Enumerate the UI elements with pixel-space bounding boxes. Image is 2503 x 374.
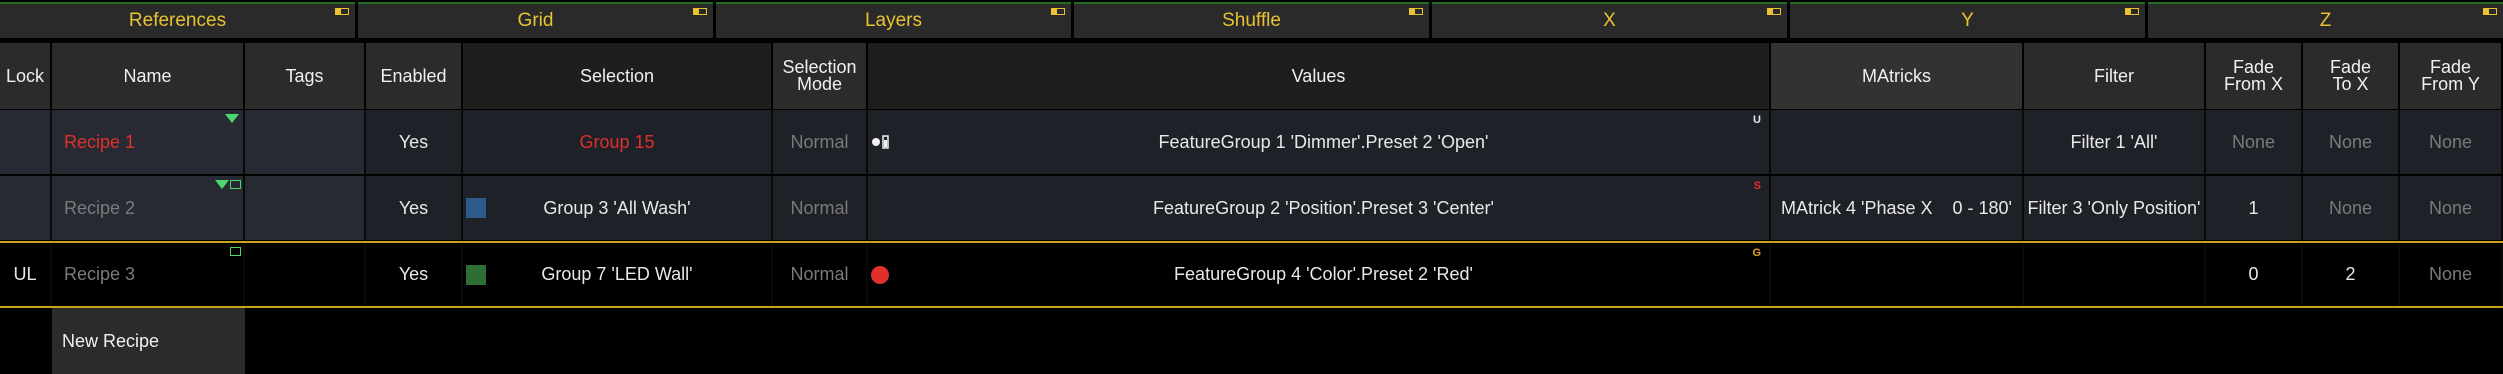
header-selection[interactable]: Selection <box>463 43 773 109</box>
fade-from-y-cell[interactable]: None <box>2400 110 2503 174</box>
fade-from-y-cell[interactable]: None <box>2400 243 2503 306</box>
values-cell[interactable]: FeatureGroup 4 'Color'.Preset 2 'Red' G <box>868 243 1771 306</box>
tab-indicator-icon <box>1409 8 1423 15</box>
enabled-cell[interactable]: Yes <box>366 243 463 306</box>
tags-cell[interactable] <box>245 110 366 174</box>
lock-cell[interactable] <box>0 176 52 240</box>
selected-marker-icon <box>225 114 239 123</box>
group-color-swatch <box>466 264 486 285</box>
enabled-cell[interactable]: Yes <box>366 110 463 174</box>
tab-indicator-icon <box>693 8 707 15</box>
tags-cell[interactable] <box>245 176 366 240</box>
header-matricks[interactable]: MAtricks <box>1771 43 2024 109</box>
selection-cell[interactable]: Group 7 'LED Wall' <box>463 243 773 306</box>
fade-from-y-cell[interactable]: None <box>2400 176 2503 240</box>
dimmer-icon <box>872 135 889 149</box>
grid-link-icon <box>230 247 241 256</box>
filter-cell[interactable]: Filter 1 'All' <box>2024 110 2206 174</box>
row-divider <box>0 306 2503 308</box>
color-dot-icon <box>871 265 889 284</box>
header-selection-mode[interactable]: Selection Mode <box>773 43 868 109</box>
selection-mode-cell[interactable]: Normal <box>773 110 868 174</box>
tab-label: Grid <box>517 10 554 31</box>
header-fade-to-x[interactable]: Fade To X <box>2303 43 2400 109</box>
tab-indicator-icon <box>1051 8 1065 15</box>
tab-grid[interactable]: Grid <box>358 2 713 38</box>
values-cell[interactable]: FeatureGroup 2 'Position'.Preset 3 'Cent… <box>868 176 1771 240</box>
lock-cell[interactable] <box>0 110 52 174</box>
selection-mode-cell[interactable]: Normal <box>773 243 868 306</box>
tab-layers[interactable]: Layers <box>716 2 1071 38</box>
header-fade-from-y[interactable]: Fade From Y <box>2400 43 2503 109</box>
matricks-cell[interactable] <box>1771 243 2024 306</box>
fade-to-x-cell[interactable]: 2 <box>2303 243 2400 306</box>
fade-from-x-cell[interactable]: None <box>2206 110 2303 174</box>
header-name[interactable]: Name <box>52 43 245 109</box>
grid-link-icon <box>230 180 241 189</box>
tab-bar: References Grid Layers Shuffle X Y Z <box>0 0 2503 40</box>
values-cell[interactable]: FeatureGroup 1 'Dimmer'.Preset 2 'Open' … <box>868 110 1771 174</box>
selection-cell[interactable]: Group 3 'All Wash' <box>463 176 773 240</box>
tab-label: Y <box>1961 10 1974 31</box>
header-tags[interactable]: Tags <box>245 43 366 109</box>
name-cell[interactable]: Recipe 2 <box>52 176 245 240</box>
table-header: Lock Name Tags Enabled Selection Selecti… <box>0 43 2503 109</box>
group-color-swatch <box>466 198 486 218</box>
tab-label: X <box>1603 10 1616 31</box>
header-values[interactable]: Values <box>868 43 1771 109</box>
tab-label: Z <box>2319 10 2332 31</box>
fade-to-x-cell[interactable]: None <box>2303 110 2400 174</box>
name-cell[interactable]: Recipe 1 <box>52 110 245 174</box>
tab-indicator-icon <box>2125 8 2139 15</box>
table-row[interactable]: Recipe 1 Yes Group 15 Normal FeatureGrou… <box>0 110 2503 174</box>
tab-indicator-icon <box>2483 8 2497 15</box>
enabled-cell[interactable]: Yes <box>366 176 463 240</box>
matricks-cell[interactable] <box>1771 110 2024 174</box>
tab-z[interactable]: Z <box>2148 2 2503 38</box>
name-cell[interactable]: Recipe 3 <box>52 243 245 306</box>
tab-y[interactable]: Y <box>1790 2 2145 38</box>
tab-shuffle[interactable]: Shuffle <box>1074 2 1429 38</box>
header-lock[interactable]: Lock <box>0 43 52 109</box>
tab-label: References <box>128 10 227 31</box>
selection-mode-cell[interactable]: Normal <box>773 176 868 240</box>
tab-indicator-icon <box>335 8 349 15</box>
filter-cell[interactable] <box>2024 243 2206 306</box>
selection-cell[interactable]: Group 15 <box>463 110 773 174</box>
matricks-cell[interactable]: MAtrick 4 'Phase X 0 - 180' <box>1771 176 2024 240</box>
header-filter[interactable]: Filter <box>2024 43 2206 109</box>
tags-cell[interactable] <box>245 243 366 306</box>
tab-label: Layers <box>864 10 923 31</box>
filter-cell[interactable]: Filter 3 'Only Position' <box>2024 176 2206 240</box>
fade-to-x-cell[interactable]: None <box>2303 176 2400 240</box>
new-recipe-button[interactable]: New Recipe <box>52 308 245 374</box>
tab-label: Shuffle <box>1222 10 1281 31</box>
fade-from-x-cell[interactable]: 0 <box>2206 243 2303 306</box>
lock-cell[interactable]: UL <box>0 243 52 306</box>
tab-indicator-icon <box>1767 8 1781 15</box>
header-enabled[interactable]: Enabled <box>366 43 463 109</box>
fade-from-x-cell[interactable]: 1 <box>2206 176 2303 240</box>
selected-marker-icon <box>215 180 229 189</box>
table-row[interactable]: UL Recipe 3 Yes Group 7 'LED Wall' Norma… <box>0 243 2503 306</box>
tab-references[interactable]: References <box>0 2 355 38</box>
table-row[interactable]: Recipe 2 Yes Group 3 'All Wash' Normal F… <box>0 176 2503 240</box>
tab-x[interactable]: X <box>1432 2 1787 38</box>
header-fade-from-x[interactable]: Fade From X <box>2206 43 2303 109</box>
